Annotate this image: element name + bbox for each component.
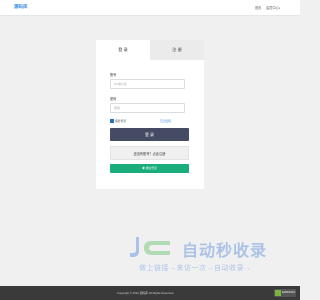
tab-login[interactable]: 登 录 <box>96 40 150 60</box>
tab-register[interactable]: 注 册 <box>150 40 204 60</box>
account-input[interactable] <box>110 79 185 89</box>
top-navbar: 源码库 首页 会员中心▾ <box>0 0 300 16</box>
password-input[interactable] <box>110 103 185 113</box>
badge-icon <box>275 290 281 296</box>
watermark-title: 自动秒收录 <box>182 243 268 260</box>
footer-badge[interactable]: EDATASTA <box>274 289 296 297</box>
watermark-subtitle: 做上链接→来访一次→自动收录→ <box>139 265 252 272</box>
site-logo[interactable]: 源码库 <box>14 4 28 10</box>
footer: Copyright © 2023 源码库 All Rights Reserved… <box>0 286 300 300</box>
watermark-j-logo <box>130 237 139 257</box>
badge-label: EDATASTA <box>282 291 296 294</box>
watermark-c-logo <box>144 241 170 255</box>
register-button[interactable]: 还没有账号？点此注册 <box>110 146 189 160</box>
remember-label: 保持登录 <box>115 119 127 123</box>
login-button[interactable]: 登 录 <box>110 128 189 141</box>
nav-member-center-label: 会员中心 <box>266 6 279 10</box>
nav-member-center-dropdown[interactable]: 会员中心▾ <box>266 5 280 10</box>
wechat-login-button[interactable]: ◉ 微信登录 <box>110 164 189 173</box>
chevron-down-icon: ▾ <box>278 7 281 10</box>
remember-checkbox[interactable] <box>110 119 114 123</box>
watermark: 自动秒收录 做上链接→来访一次→自动收录→ <box>130 237 280 277</box>
forgot-password-link[interactable]: 忘记密码 <box>160 119 171 123</box>
auth-tabs: 登 录 注 册 <box>96 40 204 60</box>
wechat-login-label: 微信登录 <box>145 166 157 170</box>
account-label: 账号 <box>110 73 117 77</box>
footer-copyright: Copyright © 2023 源码库 All Rights Reserved… <box>117 291 175 295</box>
nav-home-link[interactable]: 首页 <box>255 5 261 10</box>
remember-me[interactable]: 保持登录 <box>110 118 190 124</box>
password-label: 密码 <box>110 97 117 101</box>
